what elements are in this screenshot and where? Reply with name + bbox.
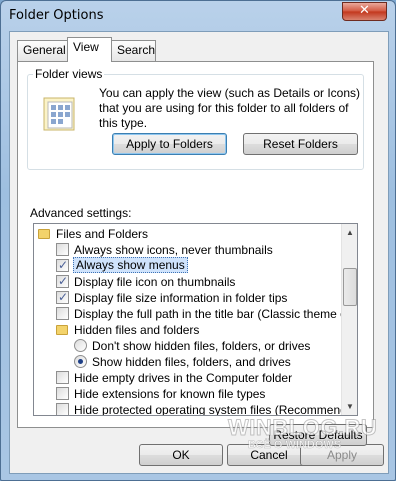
checkbox[interactable] (56, 403, 69, 415)
check-mark-icon: ✓ (58, 290, 69, 304)
checkbox-label: Hide protected operating system files (R… (74, 403, 358, 416)
window-frame: Folder Options ✕ General View Search Fol… (0, 0, 396, 481)
advanced-settings-label: Advanced settings: (30, 206, 132, 220)
cancel-button[interactable]: Cancel (227, 444, 311, 466)
tab-view[interactable]: View (67, 37, 112, 62)
close-button[interactable]: ✕ (342, 2, 387, 21)
checkbox[interactable] (56, 371, 69, 384)
advanced-settings-list[interactable]: Files and Folders Always show icons, nev… (33, 223, 358, 416)
radio-button-checked[interactable] (74, 355, 87, 368)
dialog-client: General View Search Folder views You can… (9, 31, 389, 474)
tree-folder-label: Hidden files and folders (74, 323, 200, 337)
check-mark-icon: ✓ (58, 274, 69, 288)
tab-search[interactable]: Search (111, 40, 156, 61)
scroll-up-arrow-icon[interactable]: ▲ (342, 224, 357, 241)
checkbox-label: Display file icon on thumbnails (74, 275, 236, 289)
folder-icon (56, 325, 68, 335)
checkbox-checked[interactable]: ✓ (56, 274, 69, 288)
apply-to-folders-button[interactable]: Apply to Folders (112, 133, 227, 155)
radio-label: Show hidden files, folders, and drives (92, 355, 291, 369)
folder-views-label: Folder views (33, 67, 105, 81)
scrollbar-thumb[interactable] (343, 268, 357, 306)
checkbox-label: Hide extensions for known file types (74, 387, 266, 401)
restore-defaults-button[interactable]: Restore Defaults (269, 424, 367, 446)
ok-button[interactable]: OK (139, 444, 223, 466)
check-mark-icon: ✓ (58, 258, 69, 272)
checkbox[interactable] (56, 387, 69, 400)
checkbox[interactable] (56, 243, 69, 256)
tree-folder-label: Files and Folders (56, 227, 149, 241)
apply-button[interactable]: Apply (300, 444, 384, 466)
checkbox-checked[interactable]: ✓ (56, 258, 69, 272)
folder-views-description: You can apply the view (such as Details … (99, 86, 361, 130)
folder-icon (38, 229, 50, 239)
folder-views-group: Folder views You can apply the view (suc… (27, 67, 364, 170)
checkbox-label-selected: Always show menus (73, 257, 188, 273)
window-title: Folder Options (9, 8, 104, 23)
checkbox-label: Always show icons, never thumbnails (74, 243, 273, 257)
scroll-down-arrow-icon[interactable]: ▼ (342, 398, 357, 415)
reset-folders-button[interactable]: Reset Folders (243, 133, 358, 155)
radio-button[interactable] (74, 339, 87, 352)
vertical-scrollbar[interactable]: ▲ ▼ (341, 224, 357, 415)
view-tab-panel: Folder views You can apply the view (suc… (17, 61, 374, 446)
checkbox-label: Hide empty drives in the Computer folder (74, 371, 293, 385)
checkbox-label: Display the full path in the title bar (… (74, 307, 358, 321)
radio-label: Don't show hidden files, folders, or dri… (92, 339, 311, 353)
folder-views-icon (43, 97, 75, 131)
checkbox[interactable] (56, 307, 69, 320)
radio-dot-icon (78, 359, 83, 364)
tab-general[interactable]: General (17, 40, 68, 61)
checkbox-label: Display file size information in folder … (74, 291, 288, 305)
checkbox-checked[interactable]: ✓ (56, 290, 69, 304)
